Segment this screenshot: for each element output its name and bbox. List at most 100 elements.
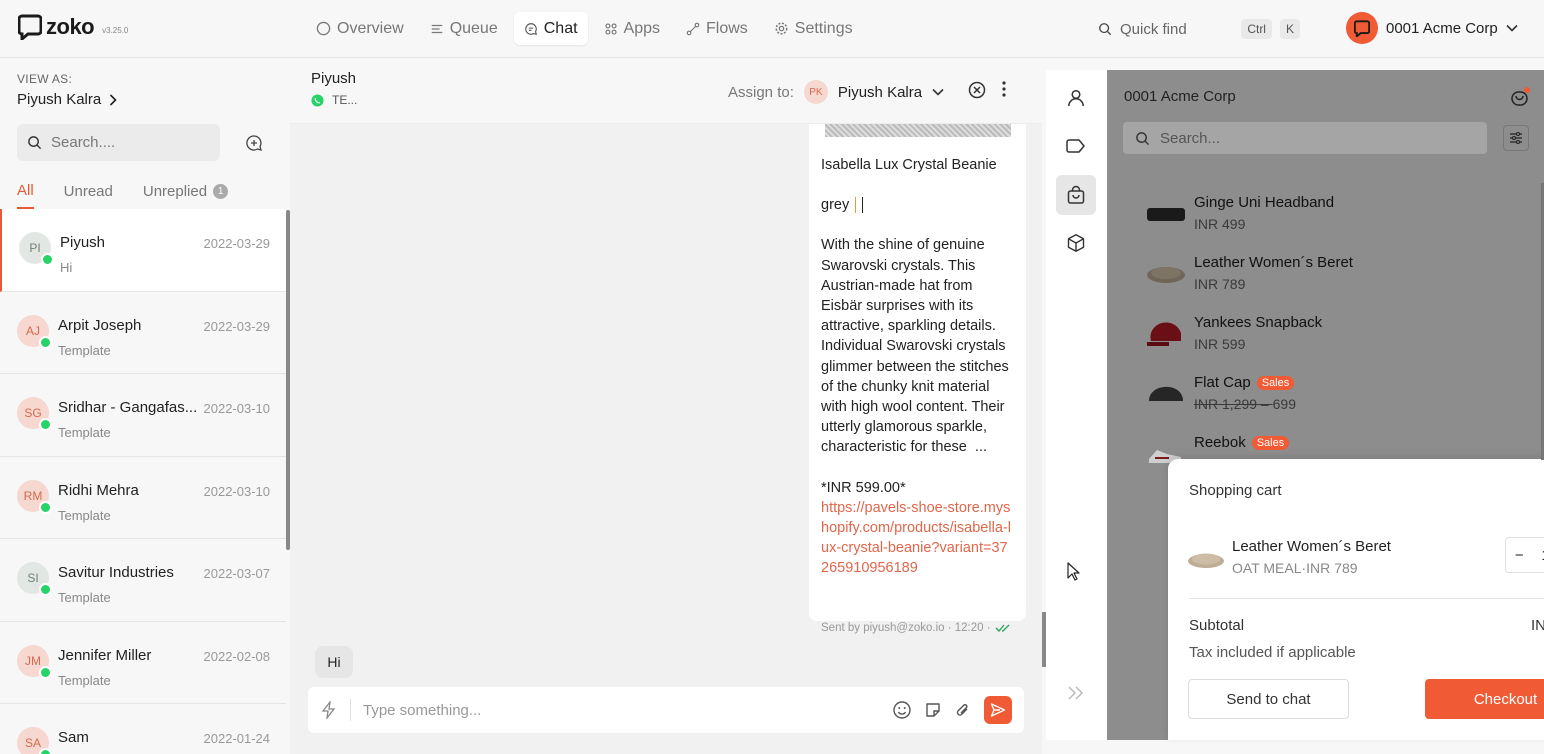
conversation-row[interactable]: AJ Arpit Joseph 2022-03-29 Template — [0, 291, 286, 374]
send-to-chat-button[interactable]: Send to chat — [1188, 679, 1349, 719]
filter-button[interactable] — [1503, 125, 1529, 151]
channel-label: TE... — [332, 93, 358, 107]
assignee-name: Piyush Kalra — [837, 83, 923, 101]
tab-unread-label: Unread — [63, 183, 113, 200]
subtotal-value: INR 789 — [1530, 617, 1544, 634]
more-options-button[interactable] — [1001, 80, 1007, 98]
product-item[interactable]: Flat Cap Sales INR 1,299 – 699 — [1145, 367, 1505, 423]
tab-unreplied[interactable]: Unreplied 1 — [143, 182, 229, 209]
account-switcher[interactable]: 0001 Acme Corp — [1346, 12, 1518, 44]
cart-item-name: Leather Women´s Beret — [1232, 538, 1391, 555]
queue-icon — [431, 24, 442, 33]
conversation-date: 2022-03-29 — [203, 318, 271, 334]
checkout-button[interactable]: Checkout — [1425, 679, 1544, 719]
send-button[interactable] — [984, 696, 1012, 724]
whatsapp-icon — [39, 500, 52, 514]
product-title: Isabella Lux Crystal Beanie — [821, 157, 997, 173]
assign-label: Assign to: — [728, 83, 794, 101]
mouse-pointer — [1067, 562, 1080, 581]
sticker-icon[interactable] — [924, 701, 942, 719]
avatar-initials: SI — [27, 571, 39, 585]
product-price: INR 499 — [1194, 216, 1246, 232]
tab-all[interactable]: All — [17, 182, 34, 209]
nav-apps[interactable]: Apps — [594, 12, 670, 45]
box-icon — [1067, 234, 1085, 252]
product-item[interactable]: Leather Women´s Beret INR 789 — [1145, 247, 1505, 303]
avatar-initials: RM — [23, 488, 43, 503]
product-item[interactable]: Yankees Snapback INR 599 — [1145, 307, 1505, 363]
chevron-right-icon — [110, 93, 117, 106]
shortcut-key-k: K — [1279, 19, 1300, 39]
cursor-arrow-icon — [1067, 562, 1080, 581]
conversation-panel: VIEW AS: Piyush Kalra Search.... All Unr… — [0, 58, 290, 754]
conversation-date: 2022-03-29 — [203, 236, 271, 251]
chat-bubble-icon — [524, 22, 537, 35]
chat-header: Piyush TE... Assign to: PK Piyush Kalra — [290, 58, 1042, 124]
collapse-panel-button[interactable] — [1067, 686, 1085, 700]
sent-by-text: Sent by piyush@zoko.io · 12:20 · — [821, 622, 991, 634]
cart-divider — [1189, 598, 1544, 599]
tab-unread[interactable]: Unread — [64, 182, 113, 209]
tax-label: Tax included if applicable — [1189, 644, 1356, 661]
nav-queue[interactable]: Queue — [420, 12, 508, 45]
zoko-logo[interactable]: zoko v3.25.0 — [18, 14, 128, 40]
nav-overview[interactable]: Overview — [306, 12, 414, 45]
view-as-selector[interactable]: Piyush Kalra — [17, 91, 117, 108]
quick-find[interactable]: Quick find Ctrl K — [1088, 12, 1310, 46]
apps-grid-icon — [604, 22, 617, 35]
flat-cap-image — [1149, 386, 1183, 401]
search-icon — [1099, 23, 1112, 36]
tags-button[interactable] — [1056, 126, 1096, 166]
headband-image — [1147, 208, 1185, 221]
whatsapp-icon — [311, 93, 324, 107]
lightning-icon[interactable] — [320, 701, 338, 719]
product-price: INR 789 — [1194, 276, 1246, 292]
message-input[interactable]: Type something... — [363, 702, 880, 719]
orders-button[interactable] — [1056, 223, 1096, 263]
double-chevron-right-icon — [1068, 686, 1084, 700]
new-chat-button[interactable] — [238, 128, 270, 158]
whatsapp-icon — [39, 748, 52, 754]
nav-flows[interactable]: Flows — [676, 12, 758, 45]
flow-icon — [686, 22, 700, 35]
product-link[interactable]: https://pavels-shoe-store.myshopify.com/… — [821, 498, 1014, 579]
whatsapp-icon — [39, 418, 52, 431]
old-price: INR 1,299 – — [1194, 396, 1273, 412]
product-search-input[interactable]: Search... — [1123, 122, 1487, 154]
conversation-row[interactable]: SI Savitur Industries 2022-03-07 Templat… — [0, 539, 286, 622]
shopping-bag-icon — [1511, 87, 1530, 106]
conversation-row[interactable]: SA Sam 2022-01-24 — [0, 704, 286, 754]
decrease-button[interactable]: − — [1515, 547, 1524, 564]
shop-panel: 0001 Acme Corp Search... Ginge Uni Headb… — [1107, 70, 1544, 740]
product-variant: grey — [821, 197, 850, 214]
shop-cart-button[interactable] — [1509, 86, 1531, 108]
attachment-icon[interactable] — [954, 701, 972, 719]
conversation-row[interactable]: RM Ridhi Mehra 2022-03-10 Template — [0, 456, 286, 539]
nav-chat[interactable]: Chat — [513, 12, 588, 45]
avatar: SI — [17, 562, 52, 596]
conversation-row[interactable]: JM Jennifer Miller 2022-02-08 Template — [0, 621, 286, 704]
assignee-avatar: PK — [803, 80, 828, 104]
product-name-row: Reebok Sales — [1194, 434, 1290, 451]
emoji-icon[interactable] — [892, 700, 912, 720]
product-message-bubble: Isabella Lux Crystal Beanie grey With th… — [809, 124, 1026, 621]
conversation-search-input[interactable]: Search.... — [17, 124, 220, 161]
beret-image — [1188, 553, 1224, 568]
contact-profile-button[interactable] — [1056, 78, 1096, 118]
beret-image — [1147, 267, 1185, 283]
shop-button[interactable] — [1056, 175, 1096, 215]
close-conversation-button[interactable] — [967, 80, 987, 100]
conversation-row[interactable]: PI Piyush 2022-03-29 Hi — [0, 209, 286, 292]
conversation-row[interactable]: SG Sridhar - Gangafas... 2022-03-10 Temp… — [0, 374, 286, 457]
nav-settings[interactable]: Settings — [764, 12, 863, 45]
product-name-row: Flat Cap Sales — [1194, 374, 1295, 391]
double-check-icon — [995, 624, 1010, 632]
assign-dropdown[interactable]: Assign to: PK Piyush Kalra — [728, 80, 944, 104]
shopping-bag-icon — [1067, 185, 1085, 204]
product-item[interactable]: Ginge Uni Headband INR 499 — [1145, 187, 1505, 243]
nav-apps-label: Apps — [623, 19, 660, 37]
tab-all-label: All — [17, 182, 34, 199]
sales-badge: Sales — [1251, 435, 1290, 450]
avatar-initials: PI — [29, 241, 41, 255]
cart-item-variant: OAT MEAL·INR 789 — [1232, 560, 1358, 576]
